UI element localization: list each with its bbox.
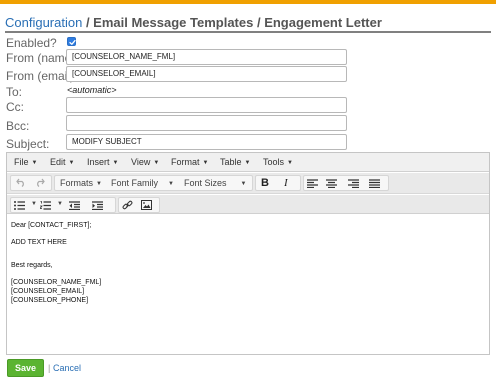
menu-tools-label: Tools xyxy=(263,157,285,167)
caret-down-icon: ▼ xyxy=(31,160,38,166)
subject-label: Subject: xyxy=(6,137,50,151)
save-button[interactable]: Save xyxy=(7,359,44,377)
content-signature-email: [COUNSELOR_EMAIL] xyxy=(11,288,85,295)
undo-icon[interactable] xyxy=(16,178,26,187)
caret-down-icon: ▼ xyxy=(112,160,119,166)
check-icon xyxy=(69,39,76,45)
editor-toolbar-secondary: ▼ ▼ xyxy=(7,195,489,214)
menu-insert[interactable]: Insert ▼ xyxy=(87,157,118,167)
menu-format-label: Format xyxy=(171,157,200,167)
menu-edit[interactable]: Edit ▼ xyxy=(50,157,74,167)
menu-view-label: View xyxy=(131,157,151,167)
editor-menubar: File ▼ Edit ▼ Insert ▼ View ▼ Format ▼ Table ▼… xyxy=(7,153,489,172)
align-right-icon[interactable] xyxy=(348,179,359,188)
menu-format[interactable]: Format ▼ xyxy=(171,157,208,167)
breadcrumb-current-page: Engagement Letter xyxy=(264,15,382,30)
menu-tools[interactable]: Tools ▼ xyxy=(263,157,293,167)
cc-field[interactable] xyxy=(66,97,347,113)
enabled-label: Enabled? xyxy=(6,36,57,50)
caret-down-icon: ▼ xyxy=(244,160,251,166)
subject-field[interactable]: MODIFY SUBJECT xyxy=(66,134,347,150)
content-signature-name: [COUNSELOR_NAME_FML] xyxy=(11,279,102,286)
image-icon[interactable] xyxy=(141,200,152,210)
menu-table-label: Table xyxy=(220,157,242,167)
cc-label: Cc: xyxy=(6,100,24,114)
menu-file-label: File xyxy=(14,157,29,167)
menu-view[interactable]: View ▼ xyxy=(131,157,159,167)
font-sizes-dropdown[interactable]: Font Sizes ▼ xyxy=(184,178,246,188)
caret-down-icon: ▼ xyxy=(240,181,247,187)
bcc-field[interactable] xyxy=(66,115,347,131)
menu-table[interactable]: Table ▼ xyxy=(220,157,250,167)
numbered-list-icon[interactable] xyxy=(40,201,51,210)
cancel-link[interactable]: Cancel xyxy=(53,363,81,373)
from-email-field[interactable]: [COUNSELOR_EMAIL] xyxy=(66,66,347,82)
font-sizes-label: Font Sizes xyxy=(184,178,227,188)
italic-button[interactable]: I xyxy=(284,177,288,189)
breadcrumb: Configuration / Email Message Templates … xyxy=(5,15,382,30)
bcc-label: Bcc: xyxy=(6,119,30,133)
caret-down-icon: ▼ xyxy=(287,160,293,166)
content-signature-phone: [COUNSELOR_PHONE] xyxy=(11,297,89,304)
caret-down-icon: ▼ xyxy=(96,181,102,187)
top-accent-bar xyxy=(0,0,496,4)
formats-dropdown[interactable]: Formats ▼ xyxy=(60,178,102,188)
caret-down-icon: ▼ xyxy=(202,160,209,166)
align-justify-icon[interactable] xyxy=(369,179,380,188)
editor-toolbar-primary: Formats ▼ Font Family ▼ Font Sizes ▼ B I xyxy=(7,173,489,194)
font-family-dropdown[interactable]: Font Family ▼ xyxy=(111,178,174,188)
menu-file[interactable]: File ▼ xyxy=(14,157,37,167)
rich-text-editor: File ▼ Edit ▼ Insert ▼ View ▼ Format ▼ Table ▼… xyxy=(6,152,490,355)
to-label: To: xyxy=(6,85,23,99)
redo-icon[interactable] xyxy=(35,178,45,187)
action-separator: | xyxy=(48,363,51,373)
menu-edit-label: Edit xyxy=(50,157,66,167)
breadcrumb-email-templates: Email Message Templates xyxy=(93,15,254,30)
to-value: <automatic> xyxy=(67,85,117,95)
caret-down-icon: ▼ xyxy=(168,181,174,187)
formats-label: Formats xyxy=(60,178,94,188)
breadcrumb-configuration-link[interactable]: Configuration xyxy=(5,15,82,30)
caret-down-icon: ▼ xyxy=(153,160,160,166)
content-body: ADD TEXT HERE xyxy=(11,239,67,246)
breadcrumb-separator: / xyxy=(253,15,265,30)
bullet-list-icon[interactable] xyxy=(14,201,25,210)
caret-down-icon: ▼ xyxy=(68,160,75,166)
breadcrumb-divider xyxy=(5,31,491,33)
enabled-checkbox[interactable] xyxy=(67,37,76,46)
numbered-list-caret-icon[interactable]: ▼ xyxy=(57,201,63,207)
font-family-label: Font Family xyxy=(111,178,159,188)
align-center-icon[interactable] xyxy=(326,179,337,188)
link-icon[interactable] xyxy=(122,200,133,211)
editor-content-area[interactable]: Dear [CONTACT_FIRST]; ADD TEXT HERE Best… xyxy=(11,221,101,305)
indent-icon[interactable] xyxy=(92,201,103,210)
bold-button[interactable]: B xyxy=(261,177,269,189)
breadcrumb-separator: / xyxy=(82,15,94,30)
align-left-icon[interactable] xyxy=(307,179,318,188)
menu-insert-label: Insert xyxy=(87,157,110,167)
content-greeting: Dear [CONTACT_FIRST]; xyxy=(11,222,92,229)
bullet-list-caret-icon[interactable]: ▼ xyxy=(31,201,37,207)
content-closing: Best regards, xyxy=(11,262,53,269)
outdent-icon[interactable] xyxy=(69,201,80,210)
from-name-field[interactable]: [COUNSELOR_NAME_FML] xyxy=(66,49,347,65)
